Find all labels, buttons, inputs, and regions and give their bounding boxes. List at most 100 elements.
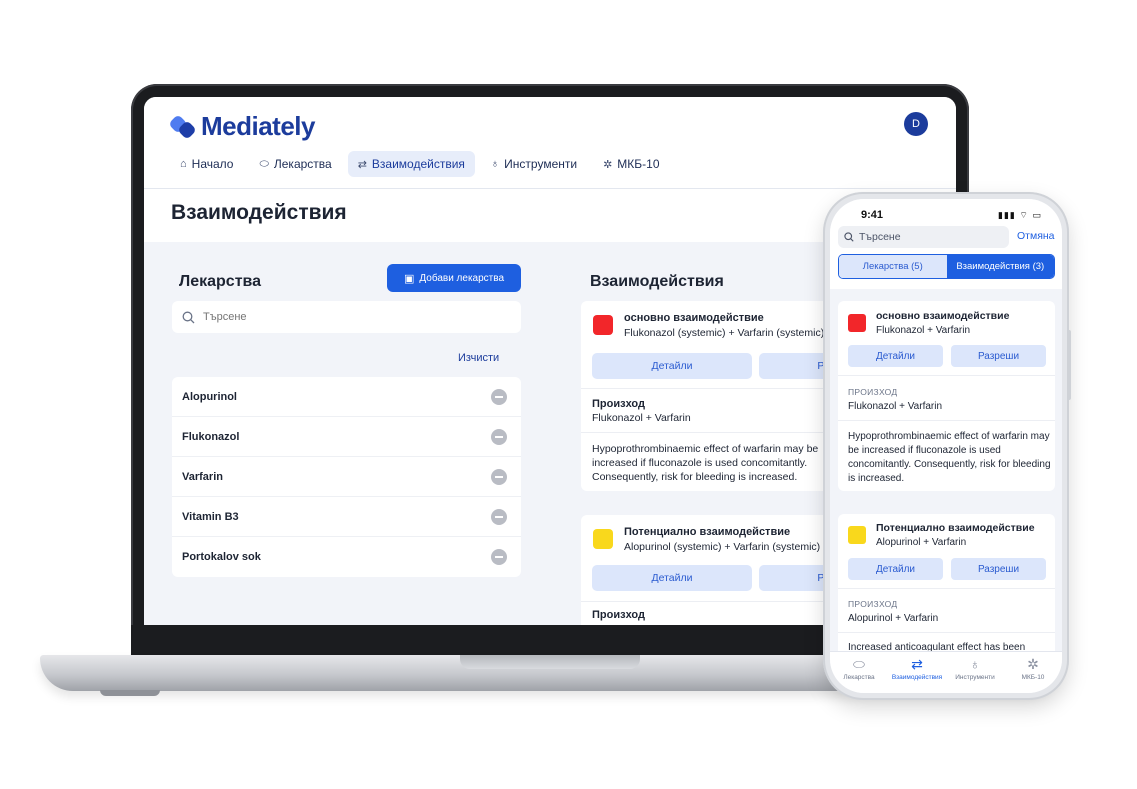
tab-label: Взаимодействия [891,674,943,681]
status-icons: ▮▮▮ ⌔ ▭ [998,210,1042,220]
details-button[interactable]: Детайли [592,353,752,379]
tab-icd10[interactable]: ✲ МКБ-10 [1004,652,1062,693]
segment-interactions[interactable]: Взаимодействия (3) [946,255,1054,278]
remove-icon[interactable] [491,508,507,525]
nav-item-label: Лекарства [273,157,332,171]
drugs-panel-title: Лекарства [179,273,262,290]
severity-potential-icon [848,526,866,544]
remove-icon[interactable] [491,388,507,405]
nav-item-label: МКБ-10 [617,157,660,171]
add-drugs-button[interactable]: ▣ Добави лекарства [387,264,521,292]
phone-top-bar: 9:41 ▮▮▮ ⌔ ▭ Търсене Отмяна Лекарства (5… [830,199,1062,289]
phone-side-button [1067,330,1071,400]
severity-potential-icon [593,529,613,549]
tab-tools[interactable]: ♁ Инструменти [946,652,1004,693]
origin-label: ПРОИЗХОД [848,599,898,609]
details-button[interactable]: Детайли [848,345,943,367]
origin-label: Произход [592,609,645,621]
resolve-button[interactable]: Разреши [951,345,1046,367]
interaction-severity: основно взаимодействие [876,310,1010,322]
interaction-arrows-icon: ⇄ [911,656,923,672]
phone-screen: 9:41 ▮▮▮ ⌔ ▭ Търсене Отмяна Лекарства (5… [830,199,1062,693]
clear-link[interactable]: Изчисти [458,352,499,364]
interaction-severity: основно взаимодействие [624,312,764,324]
interaction-description: Hypoprothrombinaemic effect of warfarin … [848,431,1051,484]
nav-item-interactions[interactable]: ⇄ Взаимодействия [347,151,475,177]
divider [838,588,1055,589]
stethoscope-icon: ♁ [969,656,981,672]
nav-item-tools[interactable]: ♁ Инструменти [481,151,587,177]
logo-text: Mediately [201,111,316,141]
image-add-icon: ▣ [403,272,415,285]
remove-icon[interactable] [491,428,507,445]
stethoscope-icon: ♁ [490,158,500,170]
nav-item-icd10[interactable]: ✲ МКБ-10 [593,151,669,177]
interaction-card: Потенциално взаимодействие Alopurinol + … [838,514,1055,664]
remove-icon[interactable] [491,549,507,565]
drug-name: Vitamin B3 [182,510,239,523]
tab-label: Инструменти [955,674,995,681]
phone-search[interactable]: Търсене [838,226,1009,248]
tab-interactions[interactable]: ⇄ Взаимодействия [888,652,946,693]
nav-item-label: Инструменти [504,157,578,171]
nav-item-label: Взаимодействия [371,157,465,171]
search-icon [844,232,854,242]
logo[interactable]: Mediately [168,111,316,142]
avatar[interactable]: D [904,112,928,136]
interaction-card: основно взаимодействие Flukonazol (syste… [581,301,841,491]
list-item: Alopurinol [172,377,521,417]
interaction-description: Hypoprothrombinaemic effect of warfarin … [592,443,819,483]
main-nav: ⌂ Начало ⬭ Лекарства ⇄ Взаимодействия ♁ … [170,151,670,177]
severity-major-icon [848,314,866,332]
app-header: Mediately D ⌂ Начало ⬭ Лекарства ⇄ Взаим… [144,97,956,189]
list-item: Portokalov sok [172,537,521,577]
divider [581,601,841,602]
pill-icon: ⬭ [853,656,865,672]
remove-icon[interactable] [491,468,507,485]
origin-value: Flukonazol + Varfarin [592,412,691,424]
drug-list: Alopurinol Flukonazol Varfarin Vitamin B… [172,377,521,577]
severity-major-icon [593,315,613,335]
list-item: Vitamin B3 [172,497,521,537]
divider [838,632,1055,633]
segment-drugs[interactable]: Лекарства (5) [839,255,947,278]
origin-label: ПРОИЗХОД [848,387,898,397]
origin-value: Flukonazol + Varfarin [848,401,943,412]
segment-control: Лекарства (5) Взаимодействия (3) [838,254,1055,279]
tab-drugs[interactable]: ⬭ Лекарства [830,652,888,693]
laptop-foot [100,690,160,696]
drug-search-input[interactable] [203,311,503,323]
list-item: Varfarin [172,457,521,497]
details-button[interactable]: Детайли [848,558,943,580]
interaction-severity: Потенциално взаимодействие [876,522,1035,534]
interaction-pair: Flukonazol + Varfarin [876,325,971,336]
page-title: Взаимодействия [171,201,347,224]
divider [838,420,1055,421]
details-button[interactable]: Детайли [592,565,752,591]
phone-search-placeholder: Търсене [859,231,901,243]
status-time: 9:41 [861,209,884,221]
nav-item-drugs[interactable]: ⬭ Лекарства [249,151,341,177]
interactions-panel-title: Взаимодействия [590,273,724,290]
interaction-arrows-icon: ⇄ [357,158,367,171]
drug-name: Alopurinol [182,390,237,403]
origin-value: Alopurinol + Varfarin [848,613,939,624]
home-icon: ⌂ [180,158,187,170]
drug-name: Varfarin [182,470,223,483]
origin-label: Произход [592,398,645,410]
drug-search[interactable] [172,301,521,333]
nav-item-home[interactable]: ⌂ Начало [170,151,243,177]
laptop-notch [460,655,640,669]
divider [838,375,1055,376]
divider [581,432,841,433]
interaction-card: Потенциално взаимодействие Alopurinol (s… [581,515,841,625]
tab-label: МКБ-10 [1021,674,1045,681]
interaction-pair: Alopurinol (systemic) + Varfarin (system… [624,541,821,553]
interaction-pair: Alopurinol + Varfarin [876,537,967,548]
drug-name: Portokalov sok [182,551,261,563]
interaction-card: основно взаимодействие Flukonazol + Varf… [838,301,1055,491]
tab-label: Лекарства [843,674,875,681]
cancel-button[interactable]: Отмяна [1017,230,1055,242]
resolve-button[interactable]: Разреши [951,558,1046,580]
nav-item-label: Начало [191,157,234,171]
